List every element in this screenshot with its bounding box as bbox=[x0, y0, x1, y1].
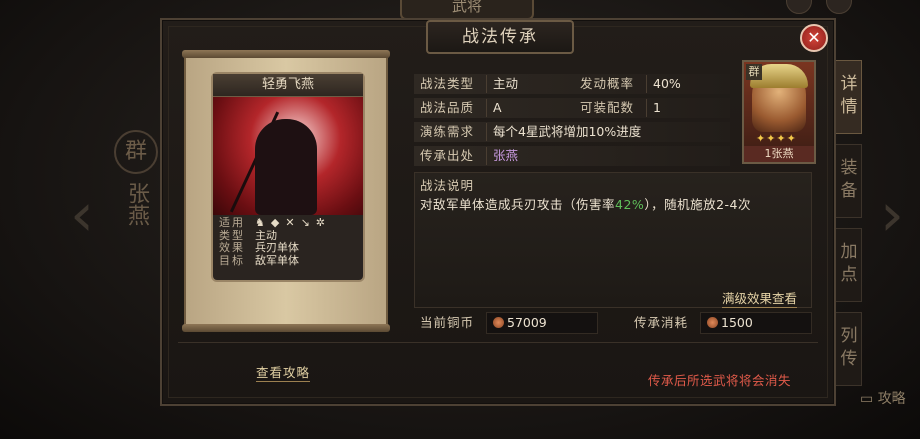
skill-type: 战法类型 主动 bbox=[414, 75, 518, 93]
trigger-rate: 发动概率 40% bbox=[574, 75, 681, 93]
current-coins: 当前铜币 57009 bbox=[414, 312, 598, 334]
drill-requirement: 演练需求 每个4星武将增加10%进度 bbox=[414, 123, 641, 141]
prev-arrow-icon[interactable]: ‹ bbox=[70, 185, 94, 245]
skill-type-label: 战法类型 bbox=[414, 75, 487, 93]
troop-icons: ♞ ◆ ✕ ↘ ✲ bbox=[255, 216, 331, 230]
description-title: 战法说明 bbox=[420, 178, 475, 193]
description-text-after: ），随机施放2-4次 bbox=[644, 197, 751, 212]
drill-requirement-value: 每个4星武将增加10%进度 bbox=[493, 124, 642, 139]
spear-icon: ↘ bbox=[300, 216, 310, 229]
card-value: 敌军单体 bbox=[255, 253, 299, 267]
next-arrow-icon[interactable]: › bbox=[880, 185, 904, 245]
close-button[interactable]: ✕ bbox=[800, 24, 828, 52]
cavalry-icon: ♞ bbox=[255, 216, 265, 229]
scroll-rod-top bbox=[182, 50, 390, 58]
guide-button[interactable]: ▭ 攻略 bbox=[860, 388, 906, 408]
bow-icon: ✕ bbox=[285, 216, 295, 229]
shield-icon: ◆ bbox=[270, 216, 280, 229]
skill-type-value: 主动 bbox=[493, 76, 519, 91]
card-value: 兵刃单体 bbox=[255, 241, 299, 254]
tab-biography[interactable]: 列传 bbox=[832, 312, 862, 386]
skill-quality: 战法品质 A bbox=[414, 99, 502, 117]
inherit-cost: 传承消耗 1500 bbox=[628, 312, 812, 334]
inherit-source: 传承出处 张燕 bbox=[414, 147, 518, 165]
background-hero-portrait: 群 张燕 bbox=[112, 130, 160, 280]
faction-badge: 群 bbox=[114, 130, 158, 174]
divider bbox=[178, 342, 818, 343]
inherit-cost-box: 1500 bbox=[700, 312, 812, 334]
skill-quality-value: A bbox=[493, 100, 502, 115]
inherit-cost-value: 1500 bbox=[721, 315, 753, 330]
right-side-tabs: 详情 装备 加点 列传 bbox=[832, 60, 862, 396]
card-row-effect: 效果 兵刃单体 bbox=[219, 241, 357, 255]
skill-card-name: 轻勇飞燕 bbox=[213, 74, 363, 97]
equip-slots-value: 1 bbox=[653, 100, 661, 115]
tab-details[interactable]: 详情 bbox=[832, 60, 862, 134]
warrior-silhouette bbox=[255, 119, 317, 215]
hero-name: 1张燕 bbox=[744, 146, 814, 162]
card-key: 目标 bbox=[219, 253, 245, 267]
skill-quality-label: 战法品质 bbox=[414, 99, 487, 117]
max-level-effect-link[interactable]: 满级效果查看 bbox=[722, 288, 798, 308]
guide-label: 攻略 bbox=[877, 391, 906, 407]
current-coins-label: 当前铜币 bbox=[420, 315, 475, 330]
skill-card-art bbox=[213, 97, 363, 215]
hero-stars: ✦✦✦✦ bbox=[756, 132, 797, 145]
trigger-rate-value: 40% bbox=[653, 76, 681, 91]
hero-faction-badge: 群 bbox=[746, 64, 762, 80]
hero-name-vertical: 张燕 bbox=[124, 182, 149, 226]
inherit-source-label: 传承出处 bbox=[414, 147, 487, 165]
copper-coin-icon bbox=[707, 317, 718, 328]
tab-points[interactable]: 加点 bbox=[832, 228, 862, 302]
copper-coin-icon bbox=[493, 317, 504, 328]
skill-card-info: 适用 ♞ ◆ ✕ ↘ ✲ 类型 主动 效果 兵刃单体 目标 敌军单体 bbox=[213, 215, 363, 269]
card-row-target: 目标 敌军单体 bbox=[219, 253, 357, 268]
trigger-rate-label: 发动概率 bbox=[574, 75, 647, 93]
tab-equipment[interactable]: 装备 bbox=[832, 144, 862, 218]
current-coins-value: 57009 bbox=[507, 315, 547, 330]
damage-rate-highlight: 42% bbox=[615, 197, 645, 212]
scroll-rod-bottom bbox=[182, 324, 390, 332]
description-text-before: 对敌军单体造成兵刃攻击（伤害率 bbox=[420, 197, 616, 212]
hero-card[interactable]: 群 ✦✦✦✦ 1张燕 bbox=[742, 60, 816, 164]
skill-card: 轻勇飞燕 适用 ♞ ◆ ✕ ↘ ✲ 类型 主动 效果 兵刃单体 目标 敌军单体 bbox=[211, 72, 365, 282]
inherit-cost-label: 传承消耗 bbox=[634, 315, 689, 330]
skill-inherit-dialog: 战法传承 ✕ 轻勇飞燕 适用 ♞ ◆ ✕ ↘ ✲ 类型 主动 效果 兵刃单体 目… bbox=[160, 18, 836, 406]
dialog-title: 战法传承 bbox=[426, 20, 574, 54]
chariot-icon: ✲ bbox=[315, 216, 325, 229]
top-tab-generals[interactable]: 武将 bbox=[400, 0, 534, 20]
equip-slots-label: 可装配数 bbox=[574, 99, 647, 117]
inherit-warning: 传承后所选武将将会消失 bbox=[648, 373, 792, 388]
skill-scroll: 轻勇飞燕 适用 ♞ ◆ ✕ ↘ ✲ 类型 主动 效果 兵刃单体 目标 敌军单体 bbox=[182, 50, 390, 332]
equip-slots: 可装配数 1 bbox=[574, 99, 661, 117]
card-key: 效果 bbox=[219, 241, 245, 254]
card-key: 适用 bbox=[219, 216, 245, 229]
view-guide-link[interactable]: 查看攻略 bbox=[256, 362, 311, 382]
description-text: 对敌军单体造成兵刃攻击（伤害率42%），随机施放2-4次 bbox=[420, 194, 751, 213]
current-coins-box: 57009 bbox=[486, 312, 598, 334]
drill-requirement-label: 演练需求 bbox=[414, 123, 487, 141]
inherit-source-value[interactable]: 张燕 bbox=[487, 147, 518, 165]
card-row-troops: 适用 ♞ ◆ ✕ ↘ ✲ bbox=[219, 216, 357, 230]
